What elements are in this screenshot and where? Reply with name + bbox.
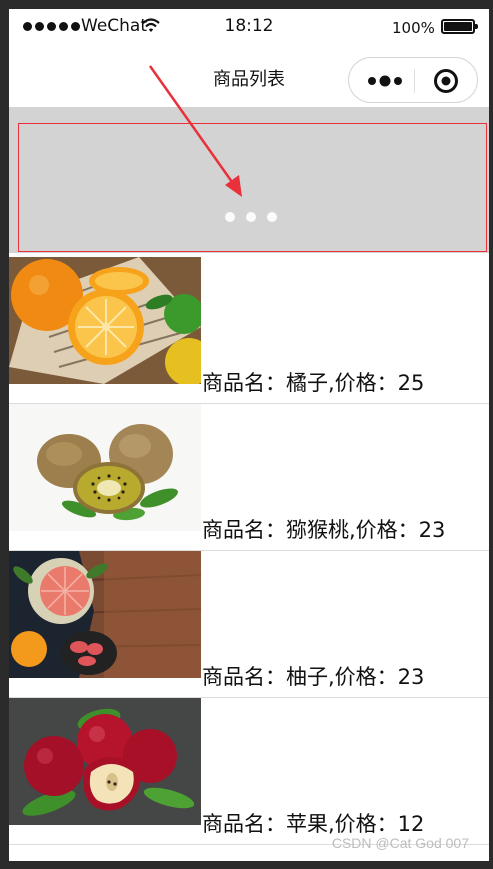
- product-info: 商品名：橘子,价格：25: [202, 371, 425, 395]
- list-item[interactable]: 商品名：橘子,价格：25: [9, 257, 489, 404]
- swiper-banner[interactable]: [18, 123, 487, 252]
- kiwi-photo: [9, 404, 201, 531]
- grapefruit-image: [9, 551, 201, 678]
- apple-image: [9, 698, 201, 825]
- status-bar: WeChat 18:12 100%: [9, 9, 489, 45]
- battery-percent: 100%: [392, 19, 435, 37]
- phone-screen: WeChat 18:12 100% 商品列表 商品名：橘子,价格：25 商品名：…: [9, 9, 489, 861]
- product-info: 商品名：猕猴桃,价格：23: [202, 518, 446, 542]
- apple-photo: [9, 698, 201, 825]
- product-info: 商品名：柚子,价格：23: [202, 665, 425, 689]
- indicator-dot[interactable]: [225, 212, 235, 222]
- list-item[interactable]: 商品名：苹果,价格：12: [9, 698, 489, 845]
- page-background-band: [9, 107, 489, 119]
- orange-photo: [9, 257, 201, 384]
- indicator-dot[interactable]: [267, 212, 277, 222]
- close-target-icon[interactable]: [433, 68, 459, 94]
- grapefruit-photo: [9, 551, 201, 678]
- battery-icon: [441, 19, 478, 34]
- watermark: CSDN @Cat God 007: [331, 835, 469, 851]
- list-item[interactable]: 商品名：猕猴桃,价格：23: [9, 404, 489, 551]
- capsule-divider: [414, 69, 415, 93]
- more-icon[interactable]: [367, 72, 403, 90]
- kiwi-image: [9, 404, 201, 531]
- swiper-indicator-dots[interactable]: [225, 212, 277, 222]
- indicator-dot[interactable]: [246, 212, 256, 222]
- list-item[interactable]: 商品名：柚子,价格：23: [9, 551, 489, 698]
- mini-program-capsule: [348, 57, 478, 103]
- navigation-bar: 商品列表: [9, 45, 489, 107]
- product-list: 商品名：橘子,价格：25 商品名：猕猴桃,价格：23 商品名：柚子,价格：23 …: [9, 257, 489, 845]
- orange-image: [9, 257, 201, 384]
- product-info: 商品名：苹果,价格：12: [202, 812, 425, 836]
